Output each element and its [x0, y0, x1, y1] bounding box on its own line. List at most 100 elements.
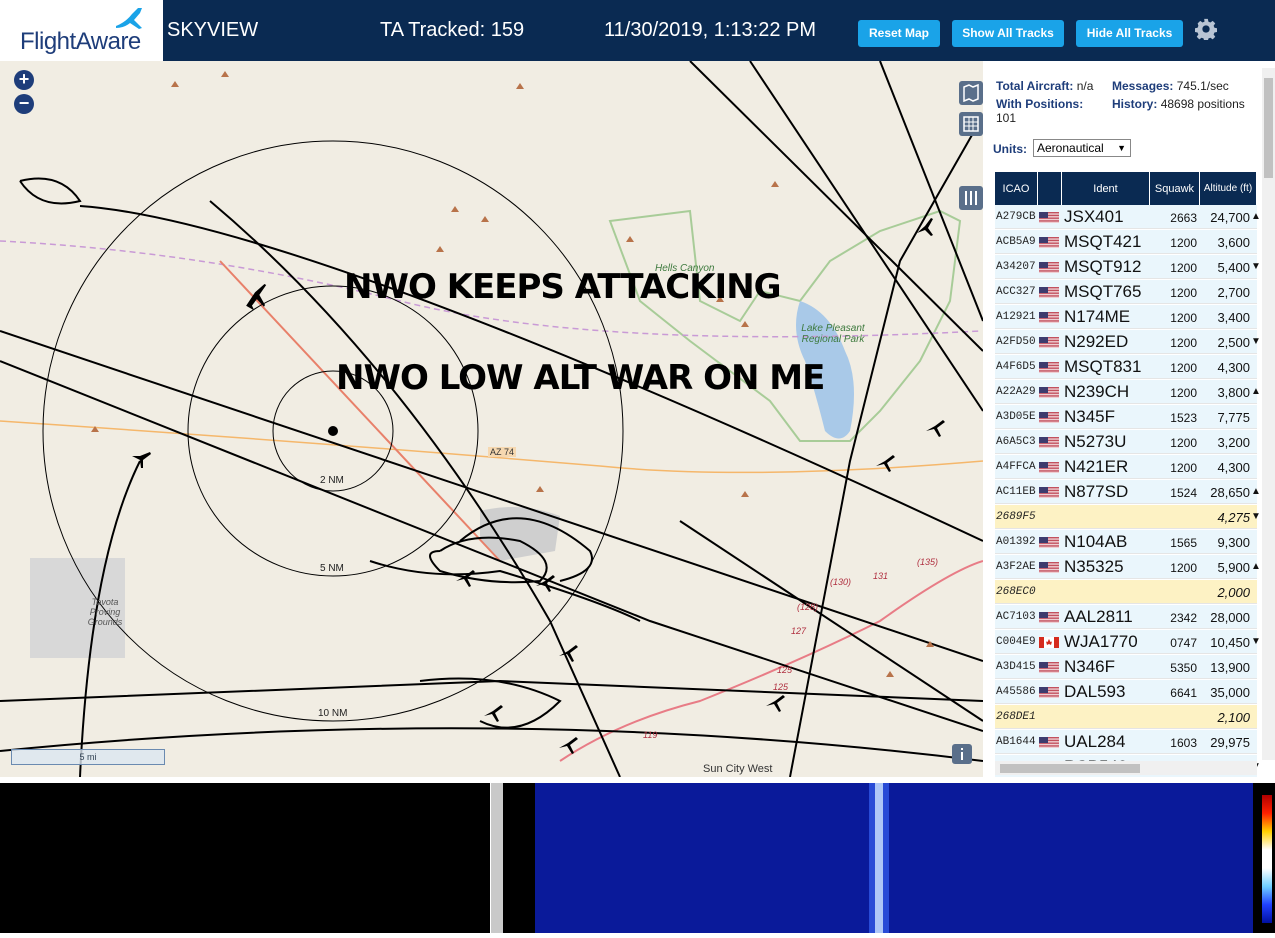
col-altitude[interactable]: Altitude (ft) — [1200, 172, 1257, 205]
row-icao: ACC327 — [996, 286, 1036, 298]
row-icao: 268DE1 — [996, 711, 1036, 723]
us-flag-icon — [1039, 387, 1059, 398]
row-squawk: 2342 — [1170, 611, 1197, 625]
row-squawk: 1524 — [1170, 486, 1197, 500]
table-row[interactable]: 2689F5 4,275 ▼ — [995, 505, 1261, 529]
row-icao: A6A5C3 — [996, 436, 1036, 448]
row-altitude-trend: ▲ — [1251, 486, 1261, 497]
col-icao[interactable]: ICAO — [995, 172, 1038, 205]
zoom-out-button[interactable]: − — [14, 94, 34, 114]
map-view[interactable]: 2 NM 5 NM 10 NM Hells Canyon Lake Pleasa… — [0, 61, 983, 777]
table-row[interactable]: A4F6D5 MSQT831 1200 4,300 — [995, 355, 1257, 379]
aircraft-panel: Total Aircraft: n/a With Positions: 101 … — [983, 61, 1275, 777]
us-flag-icon — [1039, 312, 1059, 323]
chevron-down-icon: ▼ — [1117, 143, 1126, 153]
table-row[interactable]: ACC327 MSQT765 1200 2,700 — [995, 280, 1257, 304]
row-squawk: 5350 — [1170, 661, 1197, 675]
tracked-count: TA Tracked: 159 — [380, 19, 525, 41]
reset-map-button[interactable]: Reset Map — [858, 20, 940, 47]
table-row[interactable]: AC7103 AAL2811 2342 28,000 — [995, 605, 1257, 629]
table-row[interactable]: C004E9 WJA1770 0747 10,450 ▼ — [995, 630, 1261, 654]
row-squawk: 1200 — [1170, 286, 1197, 300]
show-all-tracks-button[interactable]: Show All Tracks — [952, 20, 1064, 47]
zoom-in-button[interactable]: + — [14, 70, 34, 90]
canada-flag-icon — [1039, 637, 1059, 648]
row-altitude: 5,400 — [1217, 260, 1250, 275]
row-icao: 2689F5 — [996, 511, 1036, 523]
table-row[interactable]: A22A29 N239CH 1200 3,800 ▲ — [995, 380, 1261, 404]
row-ident: N877SD — [1064, 482, 1129, 501]
row-altitude-trend: ▼ — [1251, 511, 1261, 522]
row-squawk: 1200 — [1170, 311, 1197, 325]
splitter[interactable] — [491, 783, 503, 933]
row-ident: N239CH — [1064, 382, 1130, 401]
table-row[interactable]: A3F2AE N35325 1200 5,900 ▲ — [995, 555, 1261, 579]
row-altitude-trend: ▲ — [1251, 386, 1261, 397]
row-altitude-trend: ▲ — [1251, 211, 1261, 222]
toggle-sidebar-button[interactable] — [959, 186, 983, 210]
row-icao: A279CB — [996, 211, 1036, 223]
row-squawk: 1200 — [1170, 361, 1197, 375]
row-altitude: 2,100 — [1217, 710, 1250, 725]
row-icao: A4F6D5 — [996, 361, 1036, 373]
waterfall-signal — [869, 783, 889, 933]
row-squawk: 6641 — [1170, 686, 1197, 700]
us-flag-icon — [1039, 237, 1059, 248]
row-icao: A01392 — [996, 536, 1036, 548]
table-row[interactable]: A279CB JSX401 2663 24,700 ▲ — [995, 205, 1261, 229]
table-row[interactable]: AB1644 UAL284 1603 29,975 — [995, 730, 1257, 754]
table-row[interactable]: A4FFCA N421ER 1200 4,300 — [995, 455, 1257, 479]
row-altitude: 24,700 — [1210, 210, 1250, 225]
hide-all-tracks-button[interactable]: Hide All Tracks — [1076, 20, 1183, 47]
table-row[interactable]: 268DE1 2,100 — [995, 705, 1257, 729]
table-row[interactable]: AC11EB N877SD 1524 28,650 ▲ — [995, 480, 1261, 504]
row-altitude-trend: ▼ — [1251, 636, 1261, 647]
row-altitude-trend: ▼ — [1251, 261, 1261, 272]
table-row[interactable]: ACB5A9 MSQT421 1200 3,600 — [995, 230, 1257, 254]
units-select[interactable]: Aeronautical ▼ — [1033, 139, 1131, 157]
table-row[interactable]: A3D415 N346F 5350 13,900 — [995, 655, 1257, 679]
table-row[interactable]: A6A5C3 N5273U 1200 3,200 — [995, 430, 1257, 454]
us-flag-icon — [1039, 262, 1059, 273]
col-squawk[interactable]: Squawk — [1150, 172, 1200, 205]
road-number: 127 — [791, 626, 807, 636]
table-row[interactable]: A12921 N174ME 1200 3,400 — [995, 305, 1257, 329]
us-flag-icon — [1039, 612, 1059, 623]
row-icao: A22A29 — [996, 386, 1036, 398]
ring-label-10nm: 10 NM — [318, 708, 348, 719]
row-altitude: 2,000 — [1217, 585, 1250, 600]
total-aircraft-stat: Total Aircraft: n/a — [996, 79, 1093, 93]
col-ident[interactable]: Ident — [1062, 172, 1150, 205]
with-positions-label: With Positions: — [996, 97, 1084, 111]
flightaware-logo[interactable]: FlightAware — [0, 0, 163, 61]
road-number: (135) — [917, 557, 939, 567]
map-icon — [963, 83, 979, 103]
us-flag-icon — [1039, 487, 1059, 498]
us-flag-icon — [1039, 562, 1059, 573]
app-name: SKYVIEW — [167, 19, 259, 41]
row-icao: A3F2AE — [996, 561, 1036, 573]
table-row[interactable]: 268EC0 2,000 — [995, 580, 1257, 604]
row-altitude: 3,600 — [1217, 235, 1250, 250]
table-row[interactable]: A45586 DAL593 6641 35,000 — [995, 680, 1257, 704]
col-flag[interactable] — [1038, 172, 1062, 205]
vertical-scroll-thumb[interactable] — [1264, 78, 1273, 178]
table-row[interactable]: A34207 MSQT912 1200 5,400 ▼ — [995, 255, 1261, 279]
table-header: ICAO Ident Squawk Altitude (ft) — [995, 172, 1257, 205]
table-row[interactable]: A3D05E N345F 1523 7,775 — [995, 405, 1257, 429]
table-row[interactable]: A2FD50 N292ED 1200 2,500 ▼ — [995, 330, 1261, 354]
map-grid-button[interactable] — [959, 112, 983, 136]
horizontal-scroll-thumb[interactable] — [1000, 764, 1140, 773]
row-icao: AC7103 — [996, 611, 1036, 623]
table-row[interactable]: A01392 N104AB 1565 9,300 — [995, 530, 1257, 554]
map-layers-button[interactable] — [959, 81, 983, 105]
road-number: (130) — [830, 577, 852, 587]
overlay-message-2: NWO LOW ALT WAR ON ME — [336, 358, 825, 398]
row-icao: 268EC0 — [996, 586, 1036, 598]
waterfall-display — [535, 783, 1253, 933]
us-flag-icon — [1039, 437, 1059, 448]
history-label: History: — [1112, 97, 1158, 111]
gear-icon[interactable] — [1195, 18, 1217, 40]
us-flag-icon — [1039, 412, 1059, 423]
info-button[interactable] — [952, 744, 972, 764]
